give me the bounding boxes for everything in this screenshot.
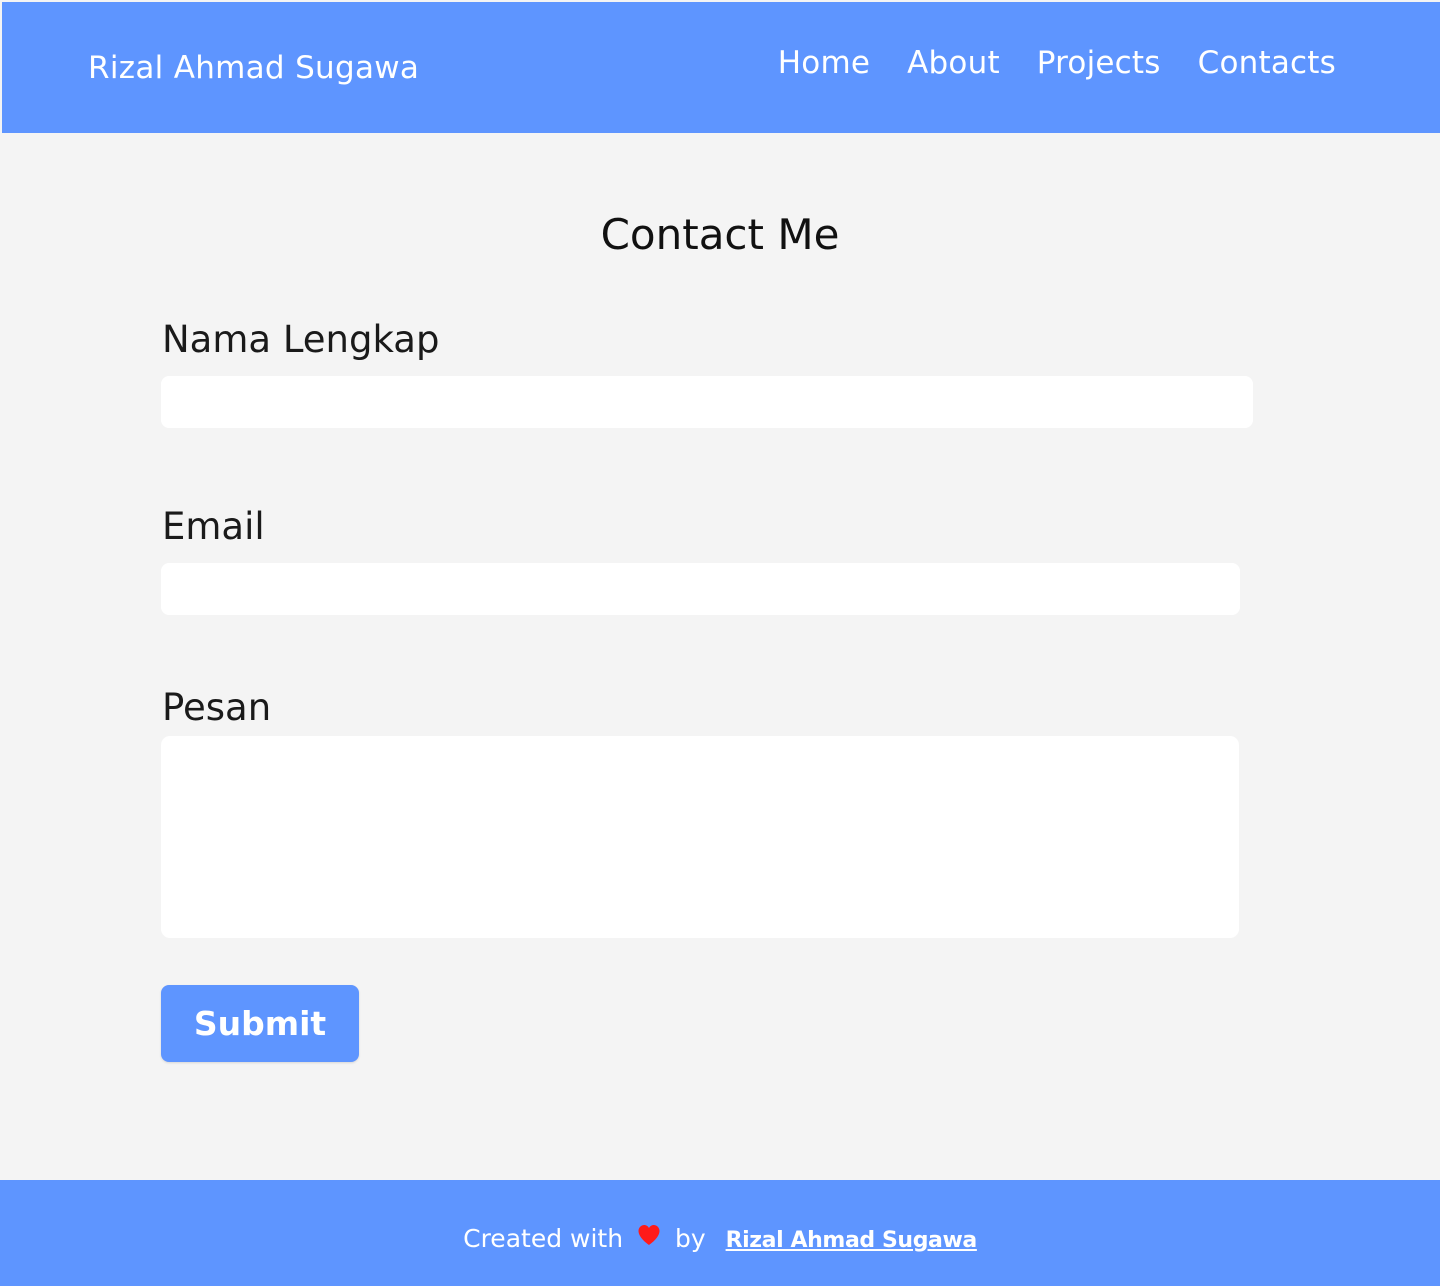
- heart-icon-svg: [638, 1225, 660, 1245]
- main-nav: Home About Projects Contacts: [778, 45, 1336, 81]
- message-textarea[interactable]: [161, 736, 1239, 938]
- footer-credit: Created with by Rizal Ahmad Sugawa: [0, 1220, 1440, 1260]
- top-navbar: Rizal Ahmad Sugawa Home About Projects C…: [2, 2, 1440, 133]
- page: Rizal Ahmad Sugawa Home About Projects C…: [0, 0, 1440, 1286]
- nav-link-home[interactable]: Home: [778, 45, 870, 81]
- heart-icon: [637, 1220, 661, 1256]
- footer: Created with by Rizal Ahmad Sugawa: [0, 1180, 1440, 1286]
- message-label: Pesan: [162, 686, 272, 729]
- name-input[interactable]: [161, 376, 1253, 428]
- nav-item-home: Home: [778, 45, 870, 81]
- brand-link[interactable]: Rizal Ahmad Sugawa: [88, 50, 419, 86]
- name-label: Nama Lengkap: [162, 318, 440, 361]
- footer-created-with-text: Created with: [463, 1224, 624, 1253]
- nav-link-contacts[interactable]: Contacts: [1198, 45, 1336, 81]
- nav-item-contacts: Contacts: [1198, 45, 1336, 81]
- page-title: Contact Me: [600, 210, 840, 259]
- nav-link-projects[interactable]: Projects: [1037, 45, 1161, 81]
- nav-link-about[interactable]: About: [907, 45, 1000, 81]
- nav-item-projects: Projects: [1037, 45, 1161, 81]
- email-label: Email: [162, 505, 265, 548]
- email-input[interactable]: [161, 563, 1240, 615]
- nav-item-about: About: [907, 45, 1000, 81]
- submit-button[interactable]: Submit: [161, 985, 359, 1062]
- footer-author-link[interactable]: Rizal Ahmad Sugawa: [726, 1228, 978, 1253]
- footer-by-text: by: [674, 1224, 706, 1253]
